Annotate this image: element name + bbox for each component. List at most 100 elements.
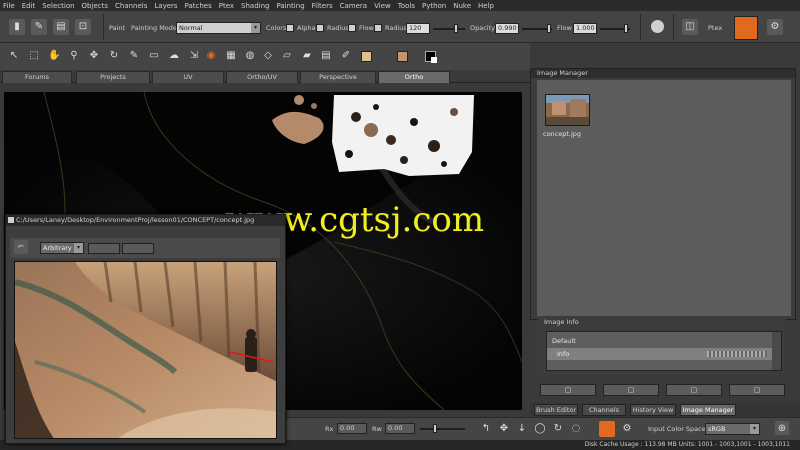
fill-icon[interactable]: ▦ (225, 50, 237, 62)
menu-ptex[interactable]: Ptex (219, 2, 234, 10)
color-swatch-foreground[interactable] (361, 51, 372, 62)
radius-slider[interactable] (433, 28, 465, 30)
rw-slider[interactable] (420, 428, 465, 430)
refresh-image-button[interactable]: ▢ (666, 384, 722, 396)
rotate-view-icon[interactable]: ↻ (552, 423, 564, 435)
smudge-icon[interactable]: ☁ (168, 50, 180, 62)
flow-checkbox[interactable] (374, 24, 382, 32)
tab-channels[interactable]: Channels (582, 404, 626, 416)
color-picker-icon[interactable]: ⊕ (775, 421, 789, 435)
move-axis-icon[interactable]: ✥ (498, 423, 510, 435)
painting-mode-select[interactable]: Normal ▾ (176, 22, 261, 34)
tab-perspective[interactable]: Perspective (300, 71, 376, 83)
image-param-input-1[interactable] (88, 243, 120, 254)
dodge-icon[interactable]: ▱ (281, 50, 293, 62)
delete-image-button[interactable]: ▢ (729, 384, 785, 396)
eyedropper-icon[interactable]: ✐ (340, 50, 352, 62)
import-image-button[interactable]: ▢ (540, 384, 596, 396)
menu-objects[interactable]: Objects (82, 2, 108, 10)
opacity-slider-handle[interactable] (547, 24, 551, 33)
menu-python[interactable]: Python (422, 2, 446, 10)
down-arrow-icon[interactable]: ↓ (516, 423, 528, 435)
sharpen-icon[interactable]: ◇ (262, 50, 274, 62)
brush-paint-icon[interactable]: ✎ (128, 50, 140, 62)
circle-select-icon[interactable]: ◯ (534, 423, 546, 435)
clone-icon[interactable]: ◉ (205, 50, 217, 62)
opacity-input[interactable]: 0.990 (495, 23, 519, 34)
snapshot-icon[interactable]: ◫ (682, 19, 698, 35)
zoom-icon[interactable]: ⚲ (68, 50, 80, 62)
menu-help[interactable]: Help (478, 2, 494, 10)
info-row-info[interactable]: Info (547, 348, 772, 360)
burn-icon[interactable]: ▰ (301, 50, 313, 62)
image-thumbnail[interactable] (545, 94, 590, 126)
radius-checkbox[interactable] (348, 24, 356, 32)
tab-brush-editor[interactable]: Brush Editor (534, 404, 578, 416)
ptex-mode-icon[interactable] (599, 421, 615, 437)
rotate-icon[interactable]: ↻ (108, 50, 120, 62)
image-manager-title: Image Manager (531, 69, 795, 78)
tab-history-view[interactable]: History View (630, 404, 676, 416)
shelf-tabs: Forums Projects UV Ortho/UV Perspective … (0, 70, 530, 83)
flow-input[interactable]: 1.000 (573, 23, 597, 34)
image-param-input-2[interactable] (122, 243, 154, 254)
menu-tools[interactable]: Tools (398, 2, 415, 10)
menu-layers[interactable]: Layers (154, 2, 177, 10)
menu-nuke[interactable]: Nuke (453, 2, 471, 10)
info-row-default[interactable]: Default (552, 337, 576, 345)
stamp-icon[interactable]: ▤ (53, 19, 69, 35)
gear-icon[interactable]: ⚙ (621, 423, 633, 435)
colors-checkbox[interactable] (286, 24, 294, 32)
radius-input[interactable]: 120 (406, 23, 430, 34)
info-scrollbar[interactable] (772, 332, 781, 370)
pin-icon[interactable]: ⇲ (188, 50, 200, 62)
eraser-icon[interactable]: ▭ (148, 50, 160, 62)
flow-slider-handle[interactable] (624, 24, 628, 33)
rx-input[interactable]: 0.00 (337, 423, 367, 434)
tab-image-manager[interactable]: Image Manager (680, 404, 736, 416)
blur-icon[interactable]: ◍ (244, 50, 256, 62)
tab-forums[interactable]: Forums (2, 71, 72, 83)
menu-edit[interactable]: Edit (22, 2, 36, 10)
move-icon[interactable]: ✥ (88, 50, 100, 62)
brush-icon[interactable]: ✎ (31, 19, 47, 35)
pan-hand-icon[interactable]: ✋ (48, 50, 60, 62)
save-image-button[interactable]: ▢ (603, 384, 659, 396)
menu-channels[interactable]: Channels (115, 2, 147, 10)
color-swatch-white[interactable] (431, 57, 437, 63)
color-space-select[interactable]: sRGB ▾ (705, 423, 760, 435)
ptex-logo-icon[interactable] (734, 16, 758, 40)
radius-slider-handle[interactable] (454, 24, 458, 33)
tab-uv[interactable]: UV (152, 71, 224, 83)
tab-ortho[interactable]: Ortho (378, 71, 450, 83)
menu-selection[interactable]: Selection (42, 2, 74, 10)
gradient-icon[interactable]: ▤ (320, 50, 332, 62)
marquee-select-icon[interactable]: ⬚ (28, 50, 40, 62)
rw-slider-handle[interactable] (433, 424, 437, 433)
tab-ortho-uv[interactable]: Ortho/UV (226, 71, 298, 83)
menu-patches[interactable]: Patches (185, 2, 212, 10)
concept-photo[interactable] (14, 261, 277, 439)
arrow-select-icon[interactable]: ↖ (8, 50, 20, 62)
menu-filters[interactable]: Filters (312, 2, 333, 10)
image-viewer-toolbar: ⌐ Arbitrary ▾ (10, 238, 280, 258)
menu-painting[interactable]: Painting (276, 2, 304, 10)
record-icon[interactable] (651, 20, 664, 33)
undo-arrow-icon[interactable]: ↰ (480, 423, 492, 435)
menu-camera[interactable]: Camera (340, 2, 367, 10)
menu-shading[interactable]: Shading (241, 2, 269, 10)
crop-icon[interactable]: ⌐ (14, 240, 28, 254)
ptex-label: Ptex (708, 24, 723, 32)
color-swatch-background[interactable] (397, 51, 408, 62)
frame-icon[interactable]: ◌ (570, 423, 582, 435)
rw-input[interactable]: 0.00 (385, 423, 415, 434)
image-mode-select[interactable]: Arbitrary ▾ (40, 242, 84, 254)
alpha-checkbox[interactable] (316, 24, 324, 32)
menu-file[interactable]: File (3, 2, 15, 10)
tab-projects[interactable]: Projects (76, 71, 150, 83)
save-icon[interactable]: ▮ (9, 19, 25, 35)
settings-icon[interactable]: ⚙ (767, 19, 783, 35)
menu-view[interactable]: View (374, 2, 391, 10)
lock-icon[interactable]: ⊡ (75, 19, 91, 35)
image-viewer-title[interactable]: C:/Users/Laney/Desktop/EnvironmentProj/l… (6, 215, 285, 226)
